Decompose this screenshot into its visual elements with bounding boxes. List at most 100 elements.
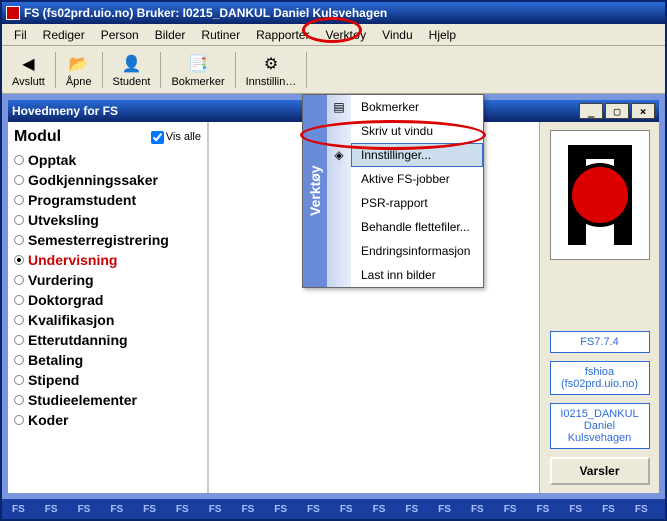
app-icon xyxy=(6,6,20,20)
module-item-label: Vurdering xyxy=(28,272,94,288)
dropdown-item-label: Last inn bilder xyxy=(351,263,483,287)
inner-maximize-button[interactable]: ▢ xyxy=(605,103,629,119)
innstillinger-icon: ⚙ xyxy=(259,52,283,76)
mdi-area: Hovedmeny for FS _ ▢ × Modul Vis alle Op… xyxy=(2,94,665,519)
dropdown-item[interactable]: Skriv ut vindu xyxy=(327,119,483,143)
module-item[interactable]: Etterutdanning xyxy=(14,330,201,350)
statusbar-item: FS xyxy=(428,504,461,515)
module-item[interactable]: Betaling xyxy=(14,350,201,370)
tool-avslutt[interactable]: ◀ Avslutt xyxy=(6,50,51,90)
dropdown-item[interactable]: Behandle flettefiler... xyxy=(327,215,483,239)
toolbar-separator xyxy=(306,52,307,88)
module-item-label: Semesterregistrering xyxy=(28,232,169,248)
radio-icon xyxy=(14,195,24,205)
module-item[interactable]: Semesterregistrering xyxy=(14,230,201,250)
statusbar-item: FS xyxy=(297,504,330,515)
inner-minimize-button[interactable]: _ xyxy=(579,103,603,119)
module-item[interactable]: Vurdering xyxy=(14,270,201,290)
statusbar-item: FS xyxy=(2,504,35,515)
menu-rediger[interactable]: Rediger xyxy=(35,26,93,44)
radio-icon xyxy=(14,295,24,305)
radio-icon xyxy=(14,215,24,225)
radio-icon xyxy=(14,275,24,285)
menu-rapporter[interactable]: Rapporter xyxy=(248,26,317,44)
radio-icon xyxy=(14,155,24,165)
radio-icon xyxy=(14,315,24,325)
inner-title: Hovedmeny for FS xyxy=(12,104,118,118)
dropdown-item-label: Behandle flettefiler... xyxy=(351,215,483,239)
vis-alle-checkbox[interactable]: Vis alle xyxy=(151,131,201,144)
radio-icon xyxy=(14,175,24,185)
module-item[interactable]: Programstudent xyxy=(14,190,201,210)
radio-icon xyxy=(14,235,24,245)
dropdown-item-icon xyxy=(327,215,351,239)
radio-icon xyxy=(14,255,24,265)
statusbar-item: FS xyxy=(133,504,166,515)
tool-label: Bokmerker xyxy=(171,76,224,88)
radio-icon xyxy=(14,355,24,365)
menu-vindu[interactable]: Vindu xyxy=(374,26,420,44)
module-item[interactable]: Utveksling xyxy=(14,210,201,230)
dropdown-item-label: Innstillinger... xyxy=(351,143,483,167)
tool-label: Åpne xyxy=(66,76,92,88)
toolbar: ◀ Avslutt 📂 Åpne 👤 Student 📑 Bokmerker ⚙… xyxy=(2,46,665,94)
tool-innstillinger[interactable]: ⚙ Innstillin… xyxy=(240,50,303,90)
menu-hjelp[interactable]: Hjelp xyxy=(421,26,464,44)
statusbar-item: FS xyxy=(363,504,396,515)
tool-student[interactable]: 👤 Student xyxy=(107,50,157,90)
vis-alle-label: Vis alle xyxy=(166,131,201,143)
module-item-label: Programstudent xyxy=(28,192,136,208)
fs-logo xyxy=(550,130,650,260)
inner-close-button[interactable]: × xyxy=(631,103,655,119)
menubar: Fil Rediger Person Bilder Rutiner Rappor… xyxy=(2,24,665,46)
menu-bilder[interactable]: Bilder xyxy=(147,26,194,44)
menu-verktoy[interactable]: Verktøy xyxy=(317,26,374,44)
dropdown-item[interactable]: PSR-rapport xyxy=(327,191,483,215)
tool-label: Student xyxy=(113,76,151,88)
dropdown-item-label: Endringsinformasjon xyxy=(351,239,483,263)
tool-bokmerker[interactable]: 📑 Bokmerker xyxy=(165,50,230,90)
radio-icon xyxy=(14,335,24,345)
statusbar: FSFSFSFSFSFSFSFSFSFSFSFSFSFSFSFSFSFSFSFS xyxy=(2,499,665,519)
menu-rutiner[interactable]: Rutiner xyxy=(193,26,248,44)
vis-alle-input[interactable] xyxy=(151,131,164,144)
dropdown-item[interactable]: ▤Bokmerker xyxy=(327,95,483,119)
module-item-label: Utveksling xyxy=(28,212,99,228)
dropdown-item[interactable]: Endringsinformasjon xyxy=(327,239,483,263)
dropdown-item-label: Skriv ut vindu xyxy=(351,119,483,143)
varsler-button[interactable]: Varsler xyxy=(550,457,650,485)
statusbar-item: FS xyxy=(68,504,101,515)
module-item-label: Betaling xyxy=(28,352,83,368)
dropdown-item-icon xyxy=(327,167,351,191)
module-item[interactable]: Kvalifikasjon xyxy=(14,310,201,330)
module-item[interactable]: Stipend xyxy=(14,370,201,390)
radio-icon xyxy=(14,375,24,385)
menu-fil[interactable]: Fil xyxy=(6,26,35,44)
dropdown-item[interactable]: ◈Innstillinger... xyxy=(327,143,483,167)
module-item[interactable]: Doktorgrad xyxy=(14,290,201,310)
user-box: I0215_DANKUL Daniel Kulsvehagen xyxy=(550,403,650,449)
dropdown-item-label: Aktive FS-jobber xyxy=(351,167,483,191)
statusbar-item: FS xyxy=(527,504,560,515)
module-item-label: Studieelementer xyxy=(28,392,137,408)
tool-label: Avslutt xyxy=(12,76,45,88)
module-item[interactable]: Godkjenningssaker xyxy=(14,170,201,190)
dropdown-item[interactable]: Aktive FS-jobber xyxy=(327,167,483,191)
window-title: FS (fs02prd.uio.no) Bruker: I0215_DANKUL… xyxy=(24,6,387,20)
module-panel: Modul Vis alle OpptakGodkjenningssakerPr… xyxy=(8,122,208,493)
menu-person[interactable]: Person xyxy=(93,26,147,44)
module-item[interactable]: Studieelementer xyxy=(14,390,201,410)
tool-apne[interactable]: 📂 Åpne xyxy=(60,50,98,90)
module-item[interactable]: Undervisning xyxy=(14,250,201,270)
statusbar-item: FS xyxy=(264,504,297,515)
module-item-label: Stipend xyxy=(28,372,79,388)
verktoy-dropdown: Verktøy ▤BokmerkerSkriv ut vindu◈Innstil… xyxy=(302,94,484,288)
dropdown-item[interactable]: Last inn bilder xyxy=(327,263,483,287)
module-item[interactable]: Opptak xyxy=(14,150,201,170)
module-item[interactable]: Koder xyxy=(14,410,201,430)
toolbar-separator xyxy=(55,52,56,88)
bokmerker-icon: 📑 xyxy=(186,52,210,76)
statusbar-item: FS xyxy=(625,504,658,515)
dropdown-item-icon: ◈ xyxy=(327,143,351,167)
radio-icon xyxy=(14,415,24,425)
